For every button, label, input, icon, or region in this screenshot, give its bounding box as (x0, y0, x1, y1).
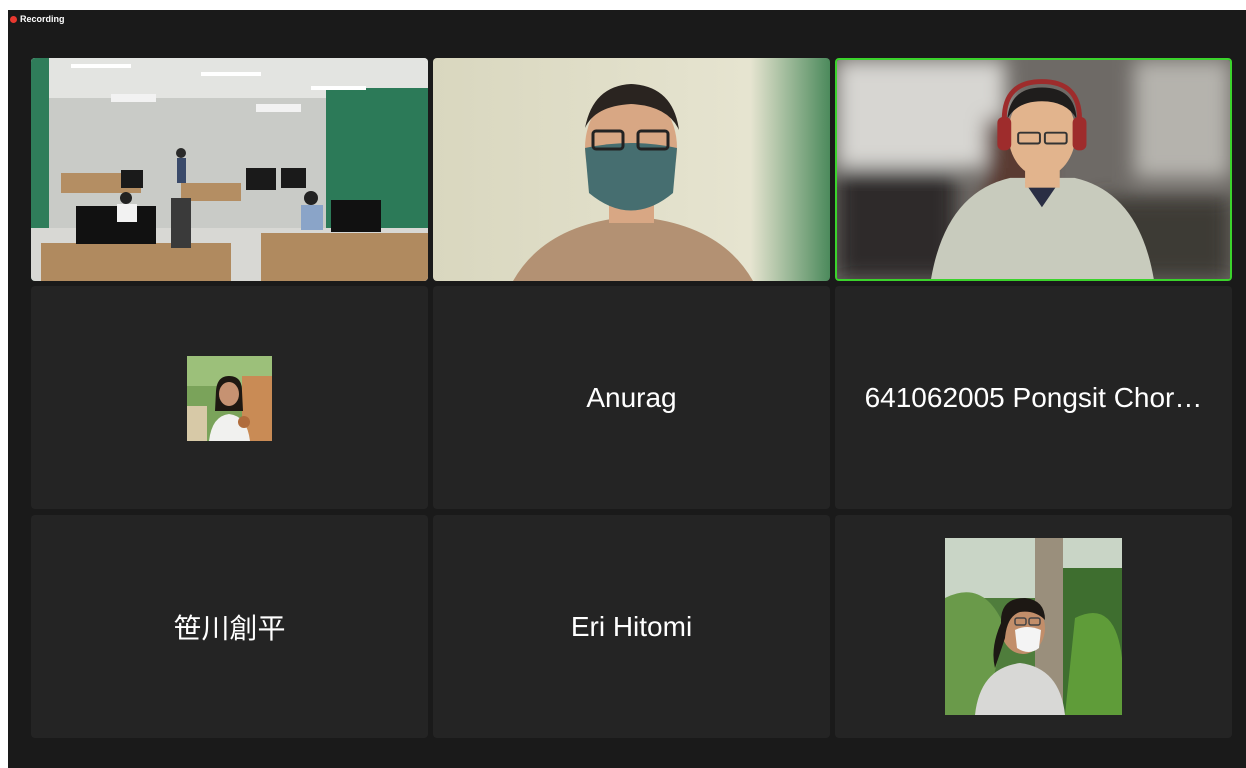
classroom-video (31, 58, 428, 281)
participant-tile-anurag[interactable]: Anurag (433, 286, 830, 509)
participant-tile-man-with-mask[interactable] (433, 58, 830, 281)
recording-dot-icon (10, 15, 17, 23)
participant-avatar (945, 538, 1122, 715)
recording-indicator: Recording (10, 14, 65, 24)
participant-tile-sasagawa[interactable]: 笹川創平 (31, 515, 428, 738)
recording-label: Recording (20, 14, 65, 24)
participant-tile-avatar-2[interactable] (835, 515, 1232, 738)
participant-avatar (187, 356, 272, 441)
participant-name: Anurag (586, 381, 677, 413)
participant-tile-eri-hitomi[interactable]: Eri Hitomi (433, 515, 830, 738)
meeting-window: Recording Anurag 641062005 Pongsit Chor…… (8, 10, 1246, 768)
man-with-headphones-video (837, 60, 1230, 279)
participant-tile-active-speaker[interactable] (835, 58, 1232, 281)
participant-name: 笹川創平 (173, 611, 286, 645)
participant-tile-pongsit[interactable]: 641062005 Pongsit Chor… (835, 286, 1232, 509)
participant-name: 641062005 Pongsit Chor… (864, 381, 1203, 413)
participant-tile-avatar-1[interactable] (31, 286, 428, 509)
man-with-mask-video (433, 58, 830, 281)
participant-tile-classroom[interactable] (31, 58, 428, 281)
participant-name: Eri Hitomi (570, 610, 693, 642)
